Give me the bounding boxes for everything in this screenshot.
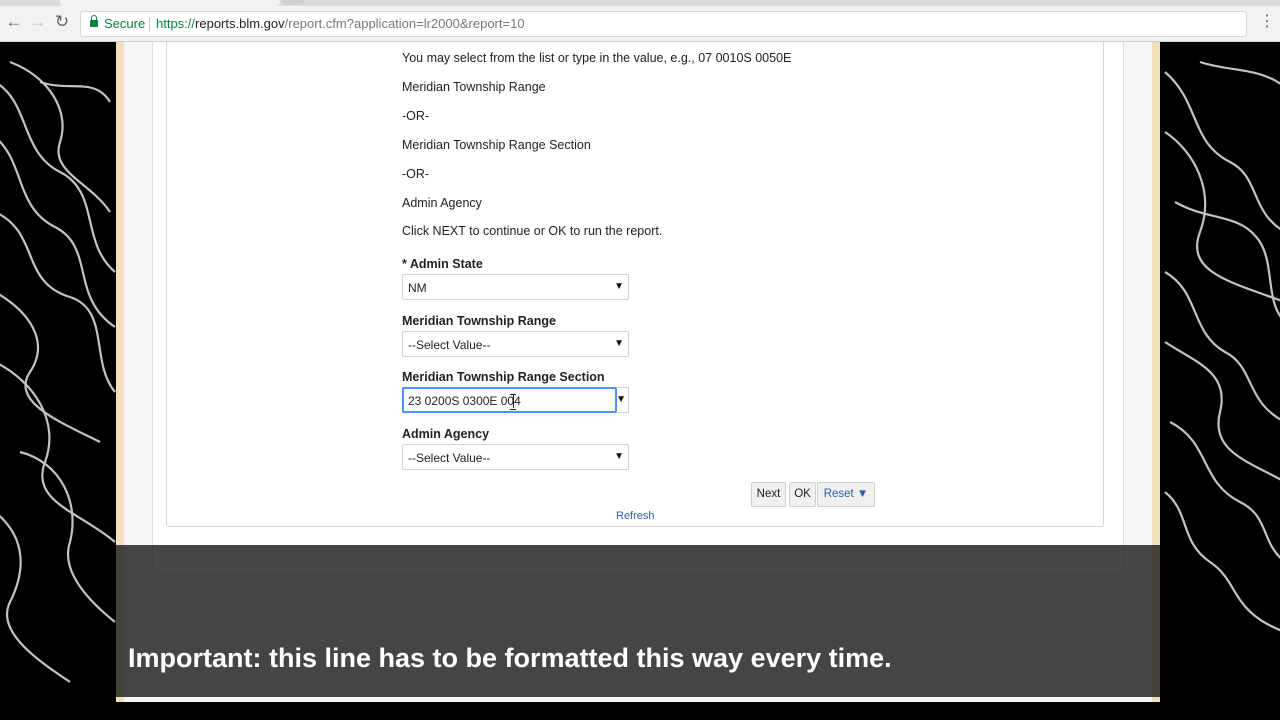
- or-separator: -OR-: [402, 109, 430, 123]
- dropdown-arrow-icon: ▼: [614, 281, 624, 292]
- admin-agency-label: Admin Agency: [402, 427, 490, 441]
- mtr-value: --Select Value--: [408, 338, 491, 352]
- option-admin-agency-text: Admin Agency: [402, 196, 482, 210]
- video-caption-overlay: Important: this line has to be formatted…: [116, 545, 1160, 697]
- text-cursor-icon: [510, 394, 516, 410]
- new-tab-button[interactable]: [282, 0, 304, 5]
- url-text[interactable]: https://reports.blm.gov/report.cfm?appli…: [156, 16, 525, 31]
- admin-agency-select[interactable]: --Select Value-- ▼: [402, 444, 629, 470]
- more-menu-icon[interactable]: ⋮: [1259, 12, 1275, 32]
- mtrs-dropdown-button[interactable]: ▼: [616, 387, 629, 413]
- url-host: reports.blm.gov: [195, 16, 285, 31]
- dropdown-arrow-icon: ▼: [616, 394, 626, 405]
- option-mtrs-text: Meridian Township Range Section: [402, 138, 591, 152]
- continue-instruction-text: Click NEXT to continue or OK to run the …: [402, 224, 663, 238]
- address-divider: [149, 17, 150, 32]
- reload-icon[interactable]: ↻: [52, 12, 72, 32]
- ok-button[interactable]: OK: [789, 482, 816, 507]
- url-path: /report.cfm?application=lr2000&report=10: [284, 16, 525, 31]
- admin-agency-value: --Select Value--: [408, 451, 491, 465]
- tab-strip: [0, 0, 1280, 6]
- mtrs-value: 23 0200S 0300E 004: [408, 394, 521, 408]
- caption-text: Important: this line has to be formatted…: [128, 643, 892, 673]
- dropdown-arrow-icon: ▼: [614, 451, 624, 462]
- admin-state-label: * Admin State: [402, 257, 483, 271]
- browser-tab[interactable]: [60, 0, 280, 6]
- admin-state-value: NM: [408, 281, 427, 295]
- admin-state-select[interactable]: NM ▼: [402, 274, 629, 300]
- back-arrow-icon[interactable]: ←: [4, 12, 24, 32]
- instruction-text: You may select from the list or type in …: [402, 51, 792, 65]
- mtr-label: Meridian Township Range: [402, 314, 556, 328]
- mtr-select[interactable]: --Select Value-- ▼: [402, 331, 629, 357]
- mtrs-input[interactable]: 23 0200S 0300E 004: [402, 387, 617, 413]
- reset-menu-button[interactable]: Reset ▼: [817, 482, 875, 507]
- secure-label: Secure: [104, 16, 146, 31]
- next-button[interactable]: Next: [751, 482, 786, 507]
- dropdown-arrow-icon: ▼: [614, 338, 624, 349]
- refresh-link[interactable]: Refresh: [616, 510, 655, 522]
- forward-arrow-icon[interactable]: →: [28, 12, 48, 32]
- or-separator: -OR-: [402, 167, 430, 181]
- address-bar[interactable]: Secure https://reports.blm.gov/report.cf…: [80, 11, 1247, 37]
- option-mtr-text: Meridian Township Range: [402, 80, 546, 94]
- mtrs-label: Meridian Township Range Section: [402, 370, 605, 384]
- browser-toolbar: ← → ↻ Secure https://reports.blm.gov/rep…: [0, 0, 1280, 42]
- report-parameters-panel: [166, 42, 1104, 527]
- lock-icon: [90, 15, 98, 27]
- url-scheme: https://: [156, 16, 196, 31]
